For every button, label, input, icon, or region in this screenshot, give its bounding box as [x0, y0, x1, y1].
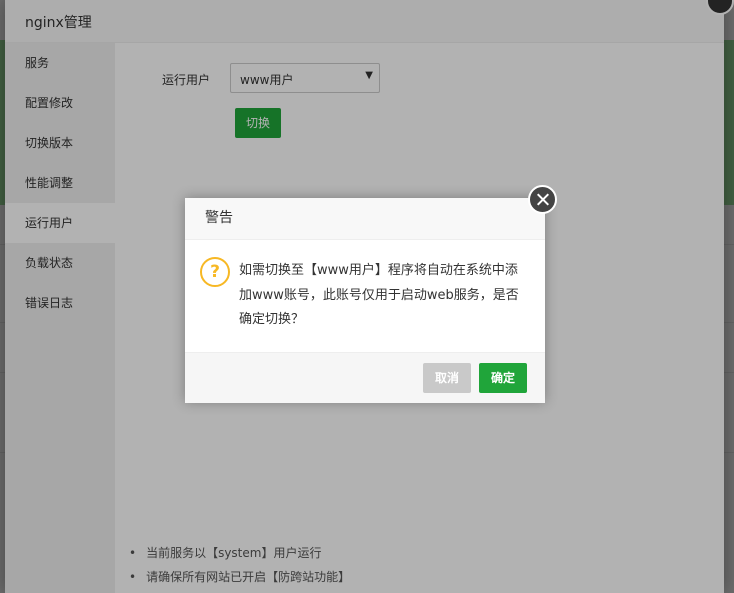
dialog-footer: 取消 确定: [185, 352, 545, 403]
cancel-button[interactable]: 取消: [423, 363, 471, 393]
confirm-button[interactable]: 确定: [479, 363, 527, 393]
warning-dialog: 警告 ? 如需切换至【www用户】程序将自动在系统中添加www账号，此账号仅用于…: [185, 185, 557, 403]
dialog-body: ? 如需切换至【www用户】程序将自动在系统中添加www账号，此账号仅用于启动w…: [185, 240, 545, 352]
question-icon: ?: [200, 257, 230, 287]
close-icon[interactable]: [528, 185, 557, 214]
dialog-title: 警告: [185, 198, 545, 240]
dialog-message: 如需切换至【www用户】程序将自动在系统中添加www账号，此账号仅用于启动web…: [239, 263, 519, 327]
